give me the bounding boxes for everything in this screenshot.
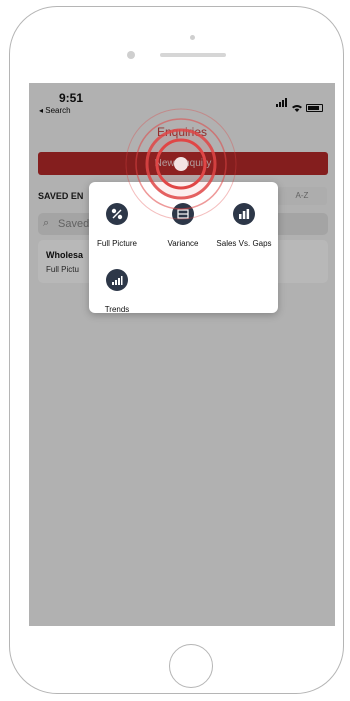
home-button[interactable] — [169, 644, 213, 688]
option-label: Variance — [167, 239, 199, 248]
front-camera — [127, 51, 135, 59]
option-label: Full Picture — [96, 239, 137, 248]
trend-bars-icon — [112, 276, 123, 285]
chart-pie-icon — [111, 208, 123, 220]
touch-indicator — [125, 108, 237, 220]
option-label: Sales Vs. Gaps — [216, 239, 272, 248]
trends-icon-circle — [95, 258, 139, 302]
option-label: Trends — [104, 305, 130, 314]
sensor-dot — [190, 35, 195, 40]
bar-grid-icon — [239, 209, 250, 219]
option-trends[interactable]: Trends — [82, 258, 152, 314]
earpiece-speaker — [160, 53, 226, 57]
